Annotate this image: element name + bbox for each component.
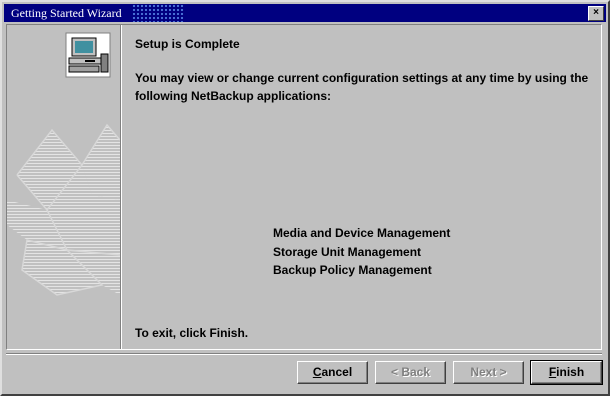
button-bar-separator-highlight	[6, 354, 602, 355]
description-text: You may view or change current configura…	[135, 71, 589, 103]
sidebar-art-panel	[7, 25, 121, 349]
window-title: Getting Started Wizard	[11, 6, 122, 20]
sidebar-divider	[121, 25, 122, 349]
application-item: Storage Unit Management	[273, 244, 422, 259]
cancel-button[interactable]: Cancel	[297, 361, 368, 384]
back-button[interactable]: < Back	[375, 361, 446, 384]
close-button[interactable]: ×	[588, 6, 604, 21]
application-item: Media and Device Management	[273, 226, 451, 240]
page-heading: Setup is Complete	[135, 37, 240, 51]
application-item: Backup Policy Management	[273, 263, 432, 277]
finish-label: inish	[556, 365, 585, 379]
cancel-label: ancel	[321, 365, 353, 379]
next-button[interactable]: Next >	[453, 361, 524, 384]
exit-instruction: To exit, click Finish.	[135, 326, 249, 340]
box-shape	[7, 125, 120, 295]
title-bar[interactable]: Getting Started Wizard ×	[4, 4, 606, 22]
finish-button[interactable]: Finish	[530, 360, 603, 385]
title-bar-pattern	[132, 4, 184, 22]
computer-icon	[65, 32, 111, 78]
applications-list: Media and Device Management Storage Unit…	[273, 224, 450, 280]
